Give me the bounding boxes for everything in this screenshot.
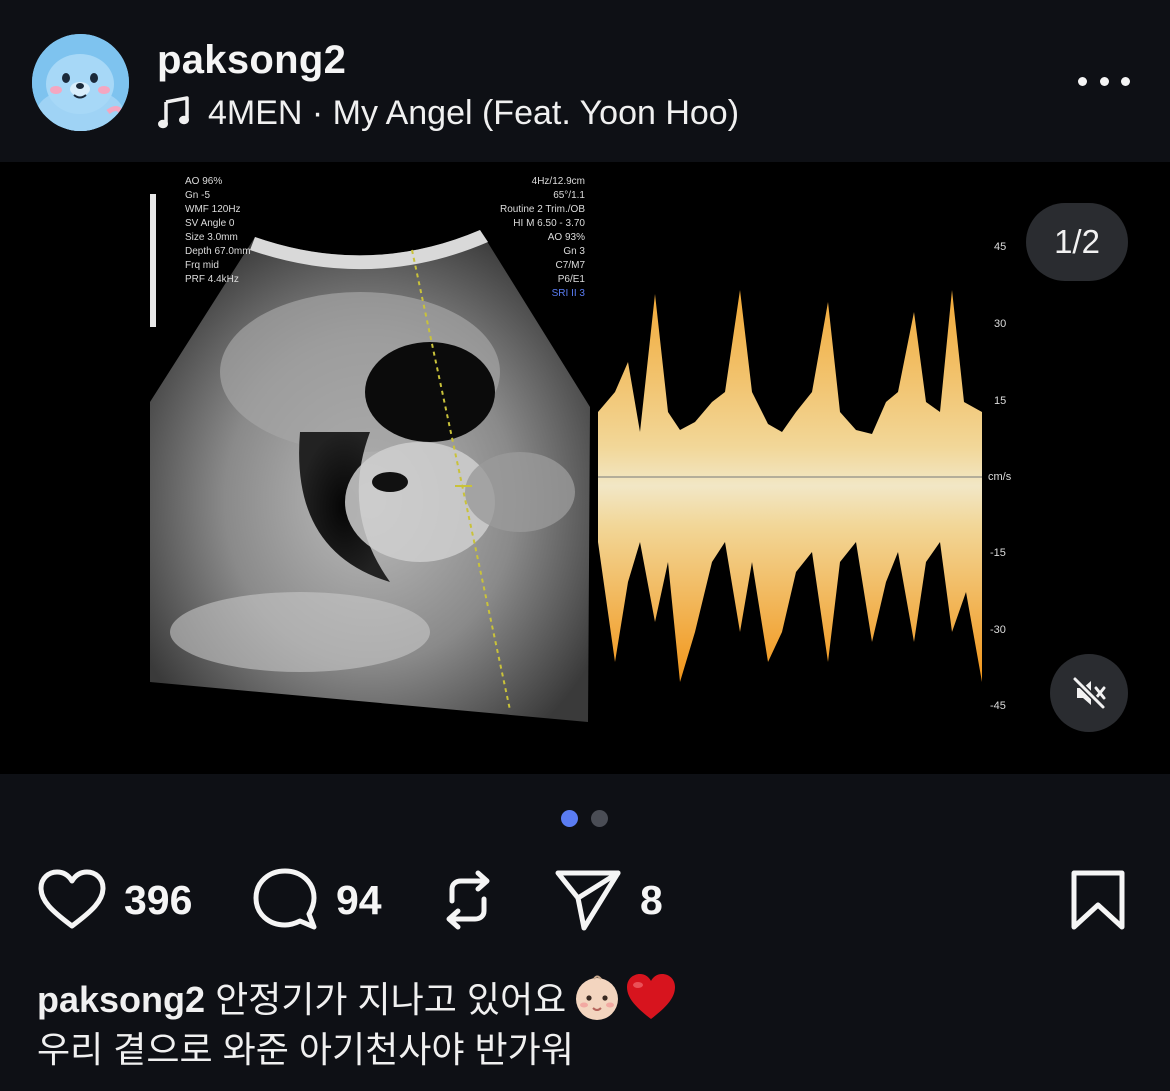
avatar[interactable] — [32, 34, 129, 131]
baby-face-icon — [576, 975, 619, 1020]
svg-text:PRF 4.4kHz: PRF 4.4kHz — [185, 274, 239, 285]
carousel-indicator — [561, 810, 608, 827]
svg-text:4Hz/12.9cm: 4Hz/12.9cm — [532, 176, 585, 187]
svg-text:Gn 3: Gn 3 — [563, 246, 585, 257]
repost-icon — [446, 870, 490, 930]
share-button[interactable]: 8 — [554, 860, 663, 940]
svg-text:Depth 67.0mm: Depth 67.0mm — [185, 246, 251, 257]
svg-text:SRI II 3: SRI II 3 — [552, 288, 586, 299]
post-username[interactable]: paksong2 — [157, 38, 346, 83]
carousel-dot[interactable] — [591, 810, 608, 827]
speaker-muted-icon[interactable] — [1050, 654, 1128, 732]
post-header: paksong2 4MEN · My Angel (Feat. Yoon Hoo… — [0, 0, 1170, 162]
send-icon — [555, 870, 621, 931]
red-heart-icon — [627, 974, 676, 1019]
comment-button[interactable]: 94 — [252, 860, 382, 940]
comment-icon — [253, 868, 317, 930]
svg-text:45: 45 — [994, 241, 1006, 253]
post-media[interactable]: AO 96% Gn -5 WMF 120Hz SV Angle 0 Size 3… — [0, 162, 1170, 774]
mute-glyph — [1072, 676, 1106, 710]
svg-text:30: 30 — [994, 318, 1006, 330]
image-counter: 1/2 — [1026, 203, 1128, 281]
more-dot — [1078, 76, 1087, 86]
svg-text:-30: -30 — [990, 624, 1006, 636]
share-count: 8 — [640, 876, 663, 923]
comment-count: 94 — [336, 876, 382, 923]
caption-line-1: paksong2 안정기가 지나고 있어요 — [37, 972, 1137, 1025]
svg-text:-15: -15 — [990, 547, 1006, 559]
svg-text:-45: -45 — [990, 700, 1006, 712]
bookmark-icon — [1071, 870, 1125, 930]
svg-text:C7/M7: C7/M7 — [556, 260, 586, 271]
svg-text:Gn -5: Gn -5 — [185, 190, 210, 201]
caption-username[interactable]: paksong2 — [37, 979, 205, 1020]
svg-text:cm/s: cm/s — [988, 471, 1012, 483]
post-caption: paksong2 안정기가 지나고 있어요 우리 곁으로 와준 아기천사야 반가… — [37, 972, 1137, 1075]
caption-text-1: 안정기가 지나고 있어요 — [215, 979, 567, 1020]
seal-avatar-icon — [32, 34, 129, 131]
more-dot — [1121, 76, 1130, 86]
repost-button[interactable] — [440, 860, 496, 940]
music-note-icon — [158, 96, 189, 129]
like-count: 396 — [124, 876, 193, 923]
svg-text:Frq mid: Frq mid — [185, 260, 219, 271]
svg-text:SV Angle 0: SV Angle 0 — [185, 218, 235, 229]
ultrasound-image: AO 96% Gn -5 WMF 120Hz SV Angle 0 Size 3… — [0, 162, 1170, 774]
more-dot — [1099, 76, 1109, 86]
svg-text:Routine 2 Trim./OB: Routine 2 Trim./OB — [500, 204, 585, 215]
heart-icon — [38, 869, 106, 929]
save-button[interactable] — [1070, 860, 1126, 940]
svg-text:Size 3.0mm: Size 3.0mm — [185, 232, 238, 243]
svg-text:AO 96%: AO 96% — [185, 176, 222, 187]
action-bar: 396 94 8 — [0, 860, 1170, 940]
svg-text:P6/E1: P6/E1 — [558, 274, 586, 285]
svg-text:15: 15 — [994, 395, 1006, 407]
carousel-dot-active[interactable] — [561, 810, 578, 827]
music-title: 4MEN · My Angel (Feat. Yoon Hoo) — [208, 93, 740, 132]
svg-text:WMF 120Hz: WMF 120Hz — [185, 204, 241, 215]
svg-text:HI M 6.50 - 3.70: HI M 6.50 - 3.70 — [513, 218, 585, 229]
like-button[interactable]: 396 — [38, 860, 192, 940]
more-icon[interactable] — [1078, 64, 1130, 98]
caption-line-2: 우리 곁으로 와준 아기천사야 반가워 — [37, 1029, 574, 1070]
svg-text:AO 93%: AO 93% — [548, 232, 585, 243]
music-attribution[interactable]: 4MEN · My Angel (Feat. Yoon Hoo) — [157, 91, 739, 135]
svg-text:65°/1.1: 65°/1.1 — [553, 190, 585, 201]
